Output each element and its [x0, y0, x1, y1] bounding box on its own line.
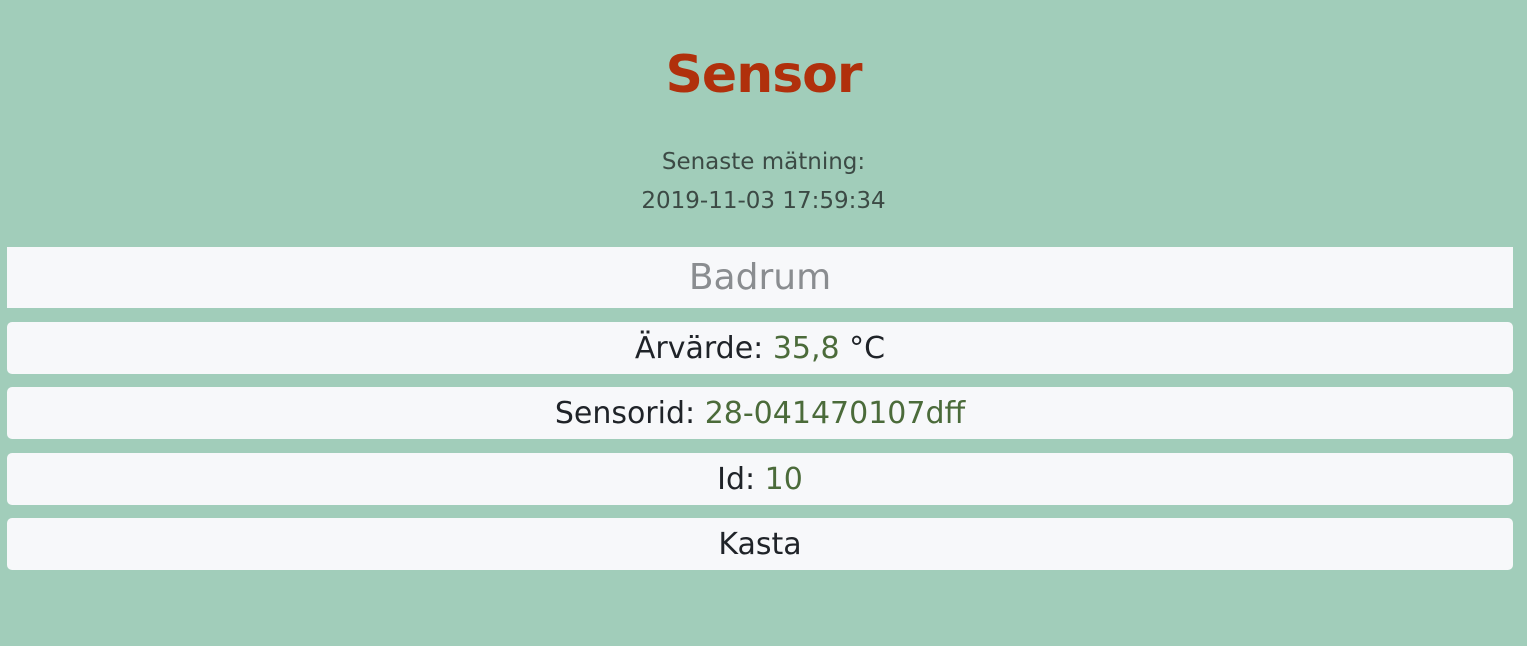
- id-label: Id:: [717, 462, 756, 497]
- id-row: Id: 10: [7, 453, 1513, 505]
- sensor-id-value: 28-041470107dff: [704, 396, 966, 431]
- id-value: 10: [764, 462, 803, 497]
- sensor-name-header: Badrum: [7, 247, 1513, 308]
- actual-value-label: Ärvärde:: [634, 331, 764, 366]
- discard-button[interactable]: Kasta: [7, 518, 1513, 570]
- sensor-id-row: Sensorid: 28-041470107dff: [7, 387, 1513, 439]
- last-measurement-label: Senaste mätning:: [661, 149, 866, 175]
- actual-value-unit: °C: [849, 331, 886, 366]
- actual-value-row: Ärvärde: 35,8 °C: [7, 322, 1513, 374]
- page-title: Sensor: [665, 45, 862, 105]
- last-measurement-time: 2019-11-03 17:59:34: [641, 188, 886, 214]
- actual-value: 35,8: [772, 331, 840, 366]
- sensor-id-label: Sensorid:: [554, 396, 696, 431]
